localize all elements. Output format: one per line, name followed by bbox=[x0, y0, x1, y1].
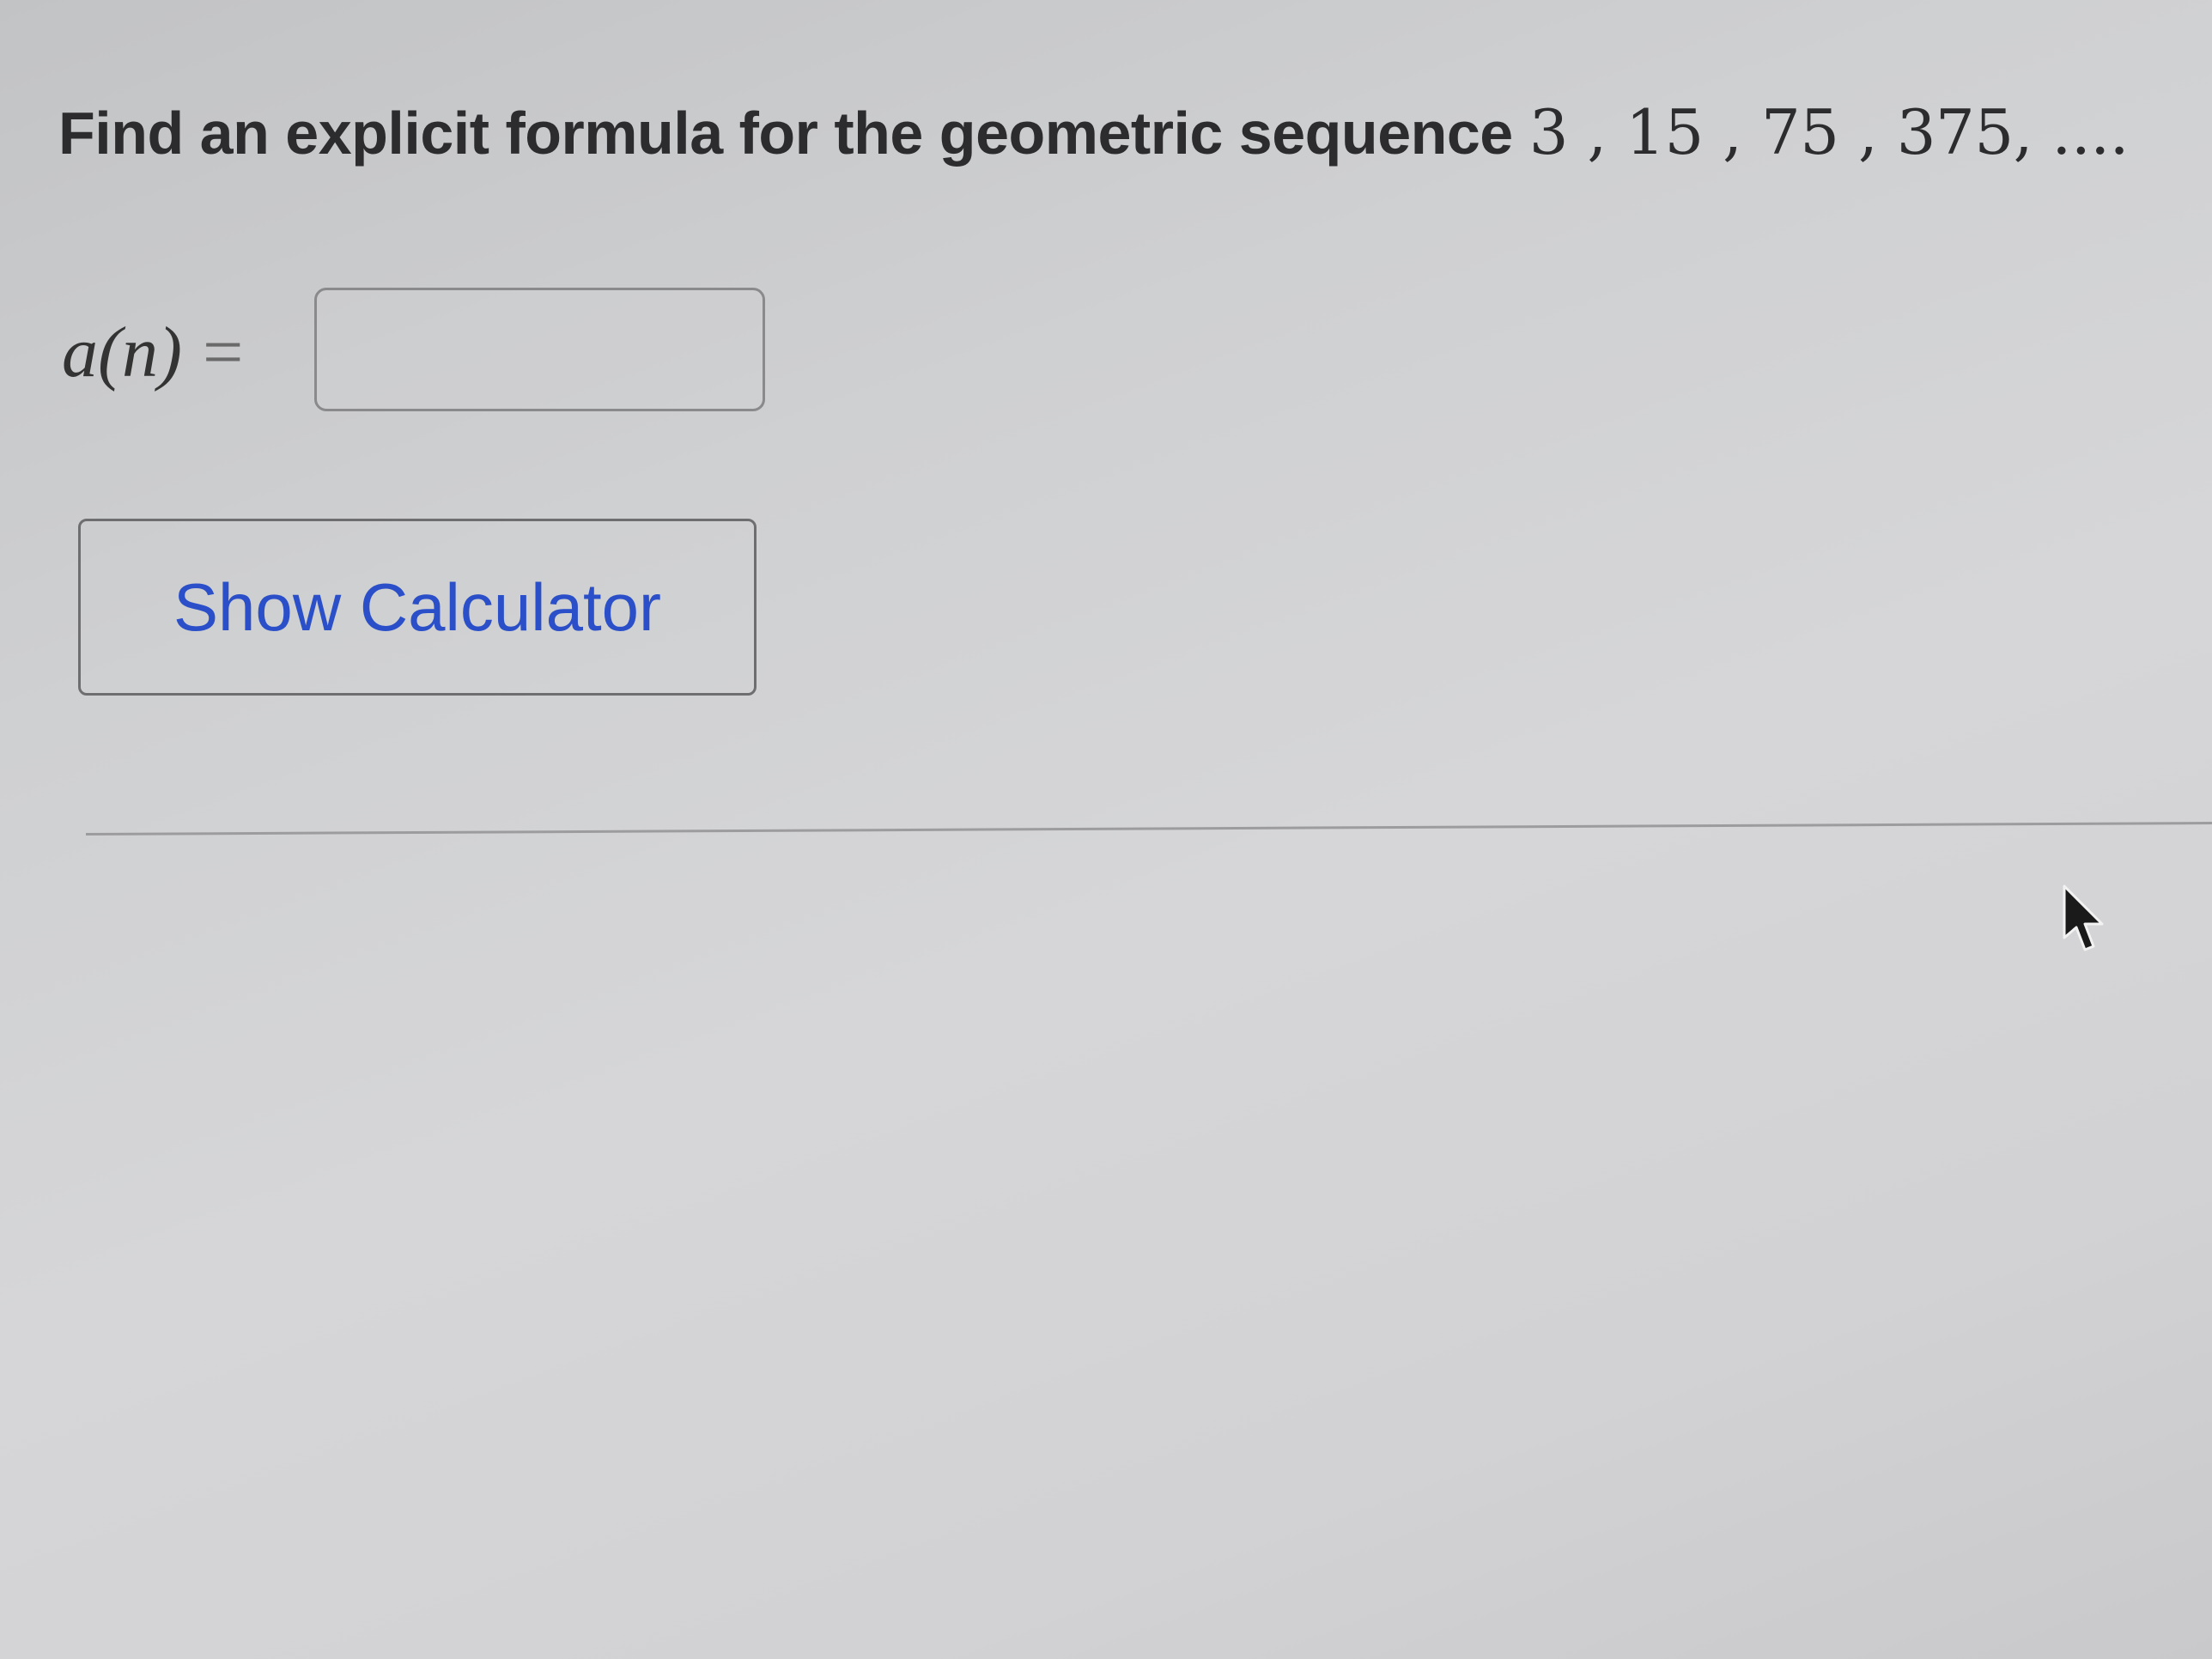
mouse-pointer-icon bbox=[2063, 884, 2104, 951]
answer-row: a(n) = bbox=[62, 288, 765, 416]
sequence-terms: 3 , 15 , 75 , 375, .... bbox=[1528, 96, 2130, 168]
function-label: a(n) bbox=[62, 312, 182, 392]
section-divider bbox=[85, 822, 2212, 836]
equals-sign: = bbox=[202, 312, 244, 392]
question-text: Find an explicit formula for the geometr… bbox=[58, 96, 2129, 168]
show-calculator-button[interactable]: Show Calculator bbox=[78, 519, 757, 696]
answer-label: a(n) = bbox=[62, 311, 243, 394]
question-prompt: Find an explicit formula for the geometr… bbox=[58, 100, 1513, 167]
answer-input[interactable] bbox=[314, 288, 765, 411]
